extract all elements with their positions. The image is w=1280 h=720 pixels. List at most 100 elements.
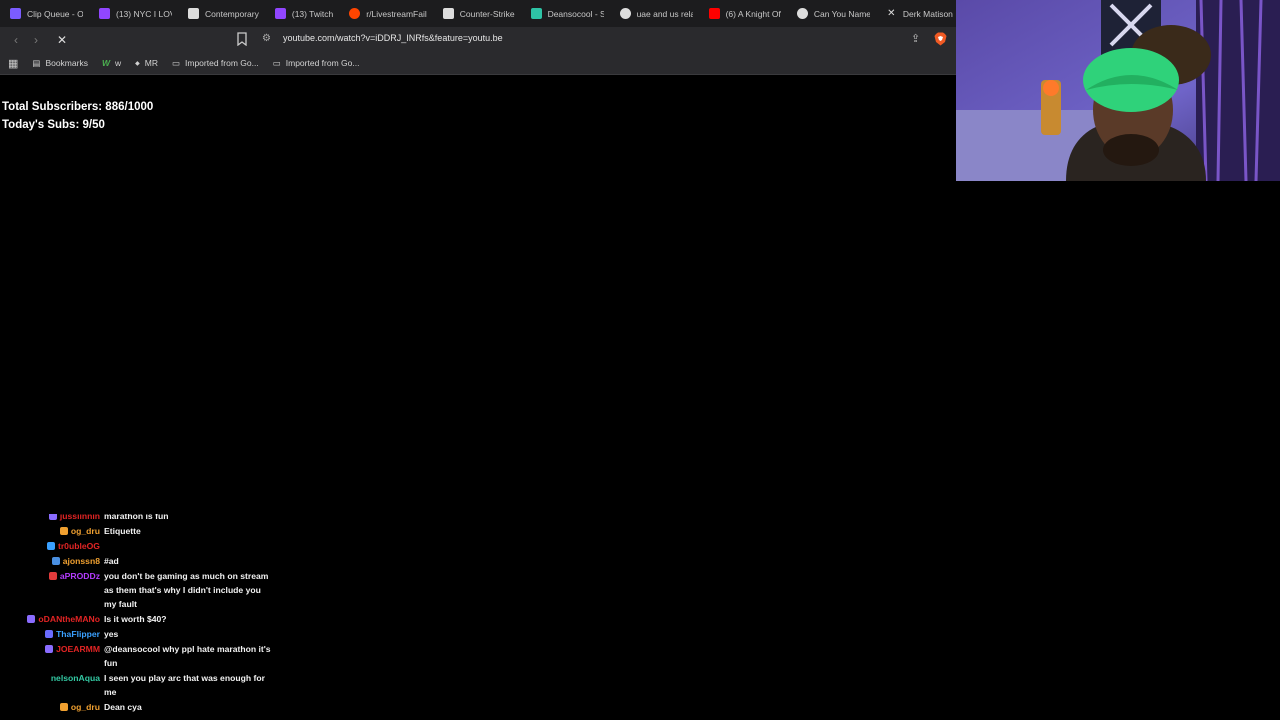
tab-label: r/LivestreamFail bbox=[366, 8, 427, 19]
bookmarks-bar: ▦ ▤ Bookmarks Ww ◆ MR ▭ Imported from Go...… bbox=[0, 52, 956, 75]
tab-twitch[interactable]: (13) Twitch bbox=[265, 0, 339, 27]
bookmark-item[interactable]: ◆ MR bbox=[135, 58, 158, 68]
tab-label: (6) A Knight Of bbox=[725, 8, 781, 19]
todays-subs-counter: Today's Subs: 9/50 bbox=[2, 119, 105, 131]
chat-message-text: Etiquette bbox=[104, 526, 141, 536]
chat-user-area: JOEARMM bbox=[0, 642, 104, 656]
reddit-icon bbox=[349, 8, 361, 19]
tab-derk[interactable]: ✕ Derk Matison bbox=[876, 0, 956, 27]
chat-message: aPRODDz you don't be gaming as much on st… bbox=[0, 568, 300, 611]
apps-grid-icon[interactable]: ▦ bbox=[8, 57, 18, 70]
folder-icon: ▭ bbox=[272, 57, 281, 68]
forward-button[interactable]: › bbox=[28, 32, 44, 48]
chat-badge-icon bbox=[51, 557, 60, 565]
tab-clip-queue[interactable]: Clip Queue - O bbox=[0, 0, 89, 27]
webcam-image bbox=[956, 0, 1280, 181]
tab-label: uae and us rela bbox=[636, 8, 693, 19]
chat-username[interactable]: ThaFlipper bbox=[56, 627, 100, 641]
chat-message-text: Is it worth $40? bbox=[104, 614, 167, 624]
chat-overlay: jussiinnin marathon is fun og_dru Etiquette… bbox=[0, 514, 300, 720]
chat-message: tr0ubleOG bbox=[0, 538, 300, 553]
tab-uae[interactable]: uae and us rela bbox=[610, 0, 699, 27]
bookmark-icon[interactable] bbox=[235, 32, 249, 46]
chat-username[interactable]: og_dru bbox=[71, 524, 100, 538]
chat-username[interactable]: ajonssn8 bbox=[63, 554, 100, 568]
back-button[interactable]: ‹ bbox=[8, 32, 24, 48]
tab-counter-strike[interactable]: Counter-Strike bbox=[433, 0, 521, 27]
globe-icon bbox=[796, 8, 808, 19]
twitch-icon bbox=[274, 8, 286, 19]
chat-username[interactable]: JOEARMM bbox=[56, 642, 100, 656]
tab-livestreamfail[interactable]: r/LivestreamFail bbox=[339, 0, 432, 27]
chat-badge-icon bbox=[27, 615, 36, 623]
chat-username[interactable]: nelsonAqua bbox=[51, 671, 100, 685]
tab-deansocool[interactable]: Deansocool - S bbox=[521, 0, 610, 27]
total-subscribers-counter: Total Subscribers: 886/1000 bbox=[2, 101, 154, 113]
tab-label: Deansocool - S bbox=[547, 8, 604, 19]
tab-contemporary[interactable]: Contemporary bbox=[178, 0, 265, 27]
bookmark-label: Imported from Go... bbox=[285, 58, 360, 68]
chat-message: ajonssn8 #ad bbox=[0, 553, 300, 568]
page-icon bbox=[188, 8, 199, 19]
chat-username[interactable]: aPRODDz bbox=[60, 569, 100, 583]
chat-message: og_dru Dean cya bbox=[0, 699, 300, 714]
tt-icon bbox=[530, 8, 542, 19]
chat-message: JOEARMM @deansocool why ppl hate marathon… bbox=[0, 641, 300, 670]
chat-message-text: I seen you play arc that was enough for … bbox=[104, 673, 265, 697]
bookmark-item[interactable]: ▤ Bookmarks bbox=[32, 58, 88, 69]
chat-message-text: #ad bbox=[104, 556, 119, 566]
tab-label: (13) Twitch bbox=[291, 8, 334, 19]
chat-user-area: og_dru bbox=[0, 524, 104, 538]
webcam-feed bbox=[956, 0, 1280, 181]
chat-message-text: marathon is fun bbox=[104, 514, 169, 521]
tab-label: Contemporary bbox=[205, 8, 259, 19]
stack-icon bbox=[442, 8, 454, 19]
chat-username[interactable]: og_dru bbox=[71, 700, 100, 714]
chat-message: ThaFlipper yes bbox=[0, 626, 300, 641]
site-settings-icon[interactable]: ⚙ bbox=[262, 33, 271, 44]
chat-user-area: jussiinnin bbox=[0, 514, 104, 523]
google-icon bbox=[619, 8, 631, 19]
url-input[interactable]: youtube.com/watch?v=iDDRJ_INRfs&feature=… bbox=[283, 33, 503, 43]
bookmark-item[interactable]: ▭ Imported from Go... bbox=[273, 58, 360, 69]
bookmark-label: w bbox=[114, 58, 122, 68]
twitch-icon bbox=[10, 8, 21, 19]
chat-user-area: ajonssn8 bbox=[0, 554, 104, 568]
brave-shield-icon[interactable] bbox=[934, 32, 947, 46]
chat-message: jussiinnin marathon is fun bbox=[0, 514, 300, 523]
tab-can-you-name[interactable]: Can You Name bbox=[787, 0, 876, 27]
chat-user-area: nelsonAqua bbox=[0, 671, 104, 685]
folder-icon: ▭ bbox=[171, 57, 181, 68]
tab-label: Can You Name bbox=[813, 8, 870, 19]
tab-label: Clip Queue - O bbox=[27, 8, 83, 19]
chat-username[interactable]: tr0ubleOG bbox=[58, 539, 100, 553]
chat-message-text: yes bbox=[104, 629, 119, 639]
tab-label: (13) NYC I LOVE bbox=[116, 8, 172, 19]
bookmarks-icon: ▤ bbox=[32, 57, 41, 68]
share-icon[interactable]: ⇪ bbox=[911, 32, 920, 45]
chat-user-area: oDANtheMANo bbox=[0, 612, 104, 626]
twitch-icon bbox=[99, 8, 110, 19]
bookmark-item[interactable]: ▭ Imported from Go... bbox=[172, 58, 259, 69]
stop-loading-button[interactable]: ✕ bbox=[54, 32, 70, 48]
chat-badge-icon bbox=[59, 527, 68, 535]
chat-username[interactable]: jussiinnin bbox=[60, 514, 100, 523]
stream-screen: { "browser": { "tabs": [ {"label": "Clip… bbox=[0, 0, 1280, 720]
chat-username[interactable]: oDANtheMANo bbox=[38, 612, 100, 626]
chat-badge-icon bbox=[45, 630, 54, 638]
chat-message-text: @deansocool why ppl hate marathon it's f… bbox=[104, 644, 271, 668]
chat-user-area: og_dru bbox=[0, 700, 104, 714]
bookmark-label: Imported from Go... bbox=[185, 58, 259, 68]
tab-nyc[interactable]: (13) NYC I LOVE bbox=[89, 0, 178, 27]
chat-message: og_dru Etiquette bbox=[0, 523, 300, 538]
chat-user-area: aPRODDz bbox=[0, 569, 104, 583]
tab-knight[interactable]: (6) A Knight Of bbox=[699, 0, 787, 27]
chat-user-area: tr0ubleOG bbox=[0, 539, 104, 553]
chat-user-area: ThaFlipper bbox=[0, 627, 104, 641]
chat-message-text: you don't be gaming as much on stream as… bbox=[104, 571, 269, 609]
bookmark-label: MR bbox=[144, 58, 158, 68]
chat-badge-icon bbox=[59, 703, 68, 711]
tab-label: Derk Matison bbox=[902, 8, 953, 19]
chat-message: oDANtheMANo Is it worth $40? bbox=[0, 611, 300, 626]
bookmark-item[interactable]: Ww bbox=[102, 58, 121, 68]
